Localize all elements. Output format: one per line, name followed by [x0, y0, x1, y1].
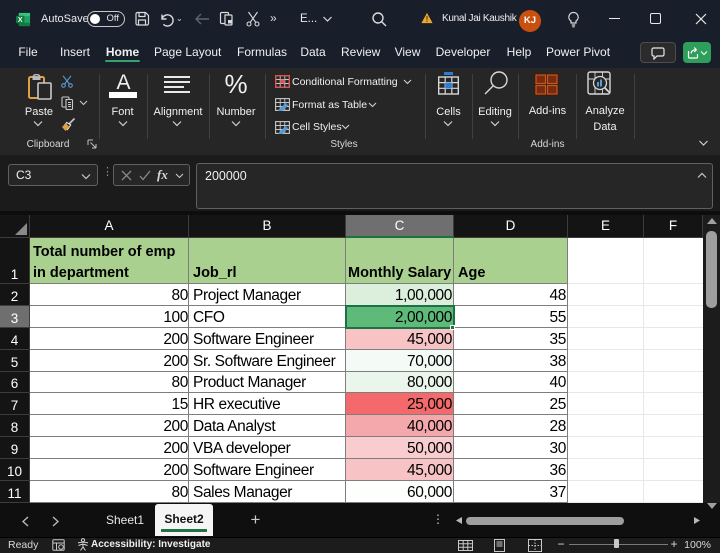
svg-text:X: X	[18, 17, 23, 24]
